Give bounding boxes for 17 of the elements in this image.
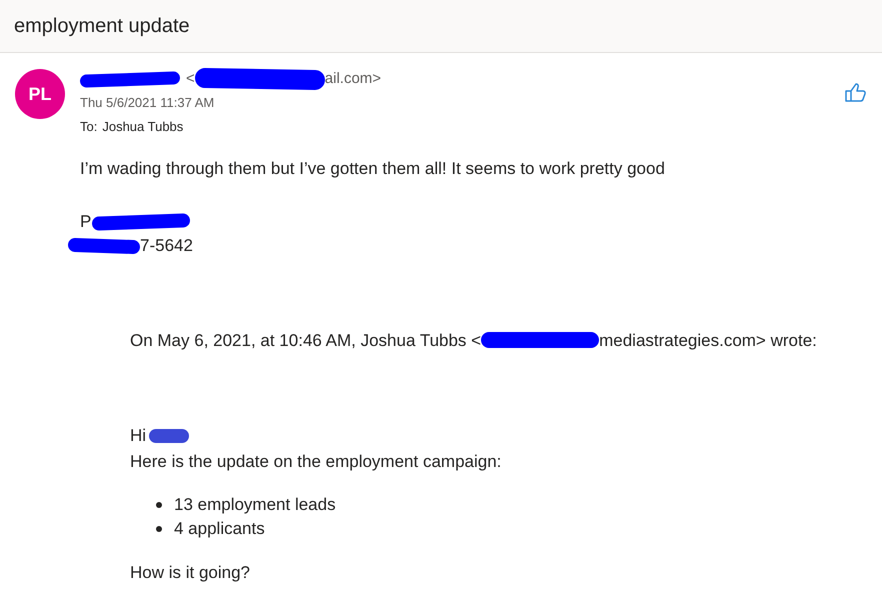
signature-phone: 7-5642	[140, 234, 193, 257]
to-label: To:	[80, 118, 98, 136]
quoted-text: How is it going?	[130, 562, 252, 584]
sent-date: Thu 5/6/2021 11:37 AM	[80, 94, 216, 112]
sender-address: ail.com>	[324, 68, 382, 89]
quoted-header: On May 6, 2021, at 10:46 AM, Joshua Tubbs <	[130, 330, 482, 352]
greeting-text: Hi	[130, 425, 146, 447]
list-item-text: 4 applicants	[174, 518, 265, 540]
quoted-text: Here is the update on the employment campaign:	[130, 450, 502, 472]
message-text: I’m wading through them but I’ve gotten them all! It seems to work pretty good	[80, 158, 666, 180]
email-subject: employment update	[14, 14, 190, 39]
list-item-text: 13 employment leads	[174, 494, 336, 516]
recipient-name: Joshua Tubbs	[102, 118, 184, 136]
signature-name: P	[80, 210, 92, 233]
sender-avatar: PL	[15, 69, 65, 119]
sender-address: <	[186, 68, 195, 89]
quoted-header: mediastrategies.com> wrote:	[599, 330, 817, 352]
